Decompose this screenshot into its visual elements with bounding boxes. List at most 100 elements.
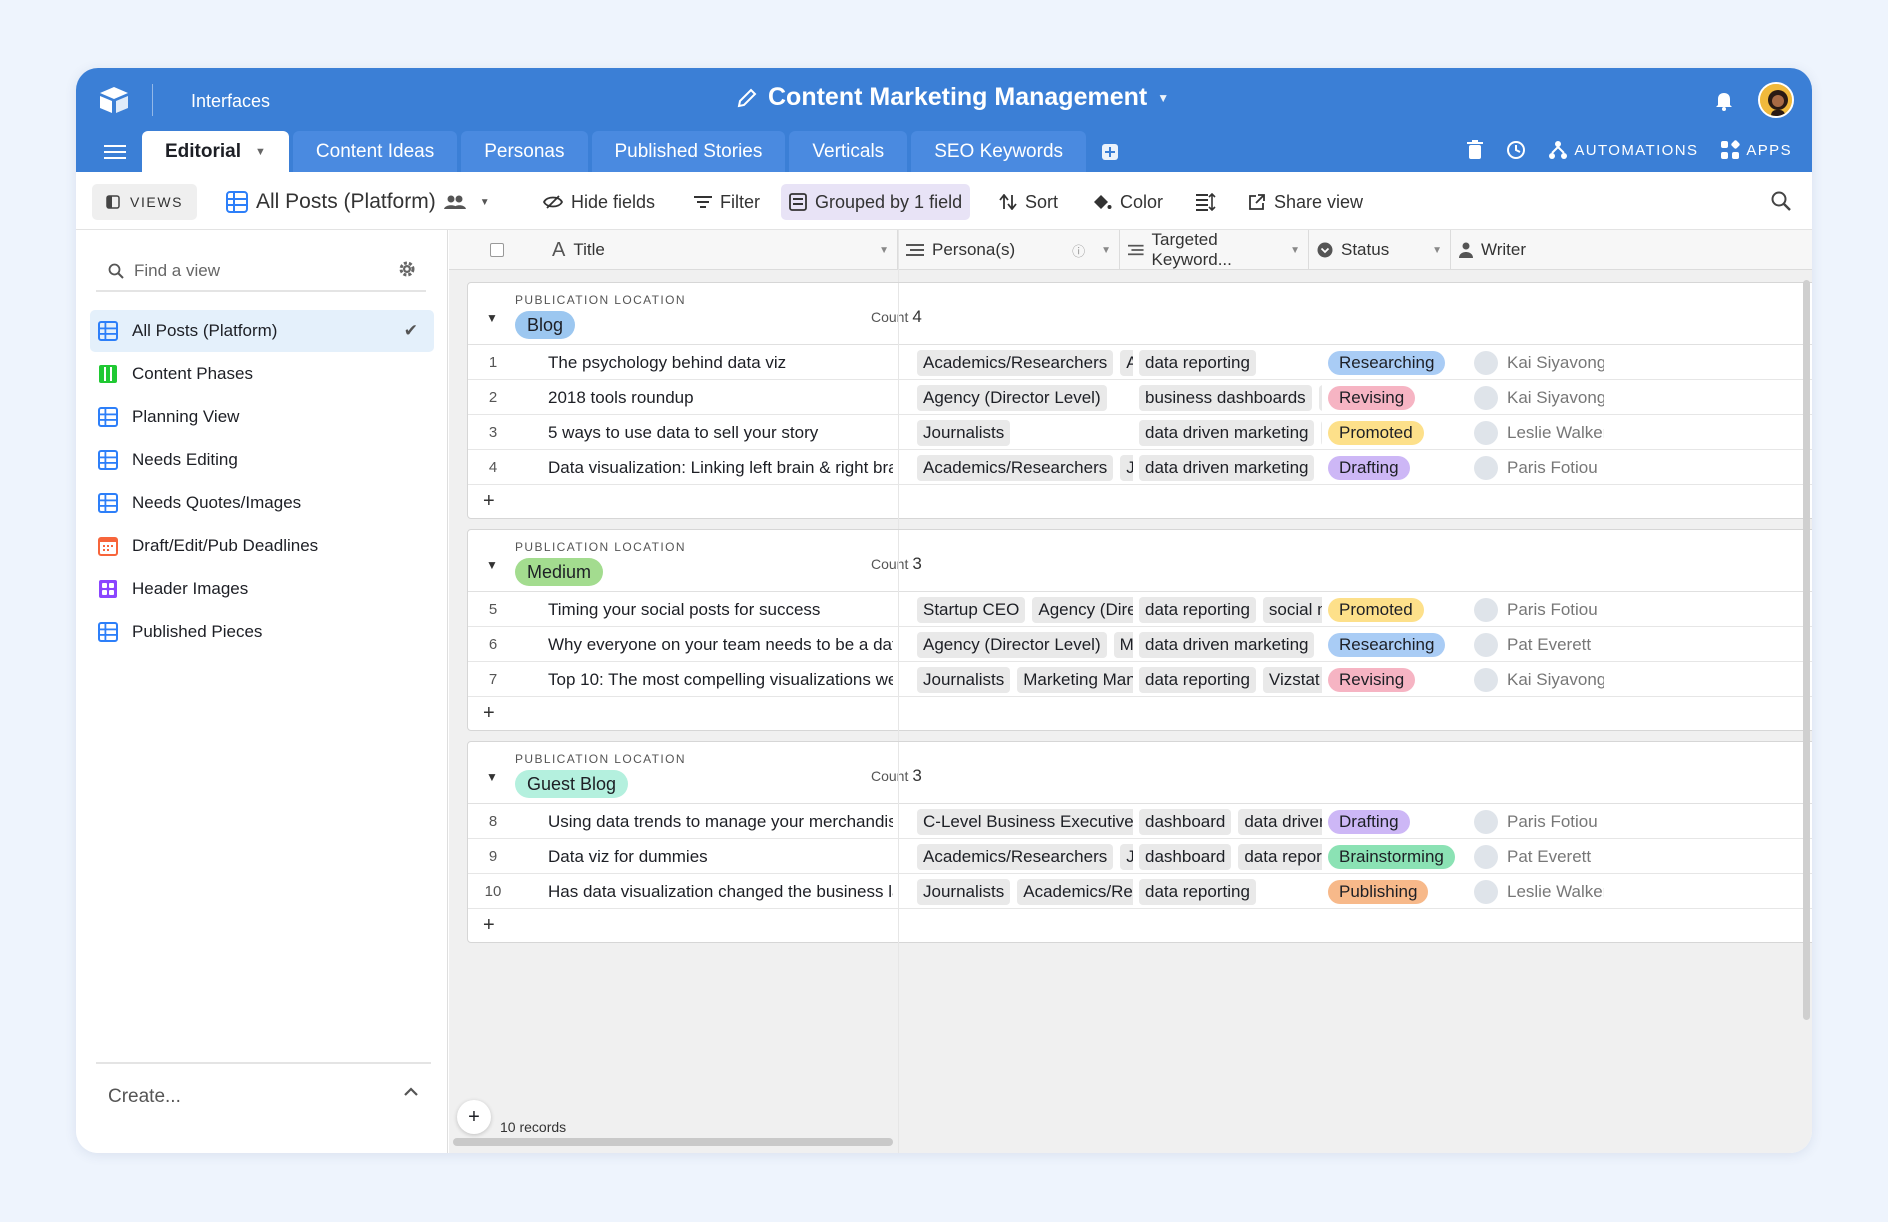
share-view-button[interactable]: Share view bbox=[1240, 184, 1371, 220]
title-cell[interactable]: Top 10: The most compelling visualizatio… bbox=[548, 662, 893, 697]
personas-cell[interactable]: Academics/Researchers Journalists bbox=[911, 450, 1133, 485]
personas-cell[interactable]: JournalistsAcademics/Researchers bbox=[911, 874, 1133, 909]
column-title[interactable]: A Title ▼ bbox=[544, 230, 898, 270]
tab-published-stories[interactable]: Published Stories bbox=[591, 131, 786, 172]
table-row[interactable]: 4 Data visualization: Linking left brain … bbox=[468, 450, 1812, 485]
chevron-down-icon[interactable]: ▼ bbox=[879, 245, 889, 256]
status-cell[interactable]: Promoted bbox=[1322, 592, 1464, 627]
table-row[interactable]: 5 Timing your social posts for success Sta… bbox=[468, 592, 1812, 627]
tab-editorial[interactable]: Editorial ▼ bbox=[142, 131, 289, 172]
view-item-content-phases[interactable]: Content Phases bbox=[90, 353, 434, 395]
column-keywords[interactable]: Targeted Keyword... ▼ bbox=[1120, 230, 1309, 270]
group-header[interactable]: ▼ PUBLICATION LOCATION Medium Count 3 bbox=[468, 530, 1812, 592]
title-cell[interactable]: Has data visualization changed the busin… bbox=[548, 874, 893, 909]
vertical-scrollbar[interactable] bbox=[1803, 280, 1810, 1020]
status-cell[interactable]: Researching bbox=[1322, 627, 1464, 662]
title-cell[interactable]: Why everyone on your team needs to be a … bbox=[548, 627, 893, 662]
keywords-cell[interactable]: data reporting bbox=[1133, 874, 1322, 909]
keywords-cell[interactable]: dashboarddata driven marketing bbox=[1133, 804, 1322, 839]
table-row[interactable]: 9 Data viz for dummies Academics/Researche… bbox=[468, 839, 1812, 874]
create-view-button[interactable]: Create... bbox=[96, 1062, 431, 1132]
bell-icon[interactable] bbox=[1712, 88, 1736, 112]
view-item-needs-editing[interactable]: Needs Editing bbox=[90, 439, 434, 481]
personas-cell[interactable]: C-Level Business Executive bbox=[911, 804, 1133, 839]
personas-cell[interactable]: Academics/Researchers Journalists bbox=[911, 839, 1133, 874]
group-button[interactable]: Grouped by 1 field bbox=[781, 184, 971, 220]
view-item-header-images[interactable]: Header Images bbox=[90, 568, 434, 610]
column-personas[interactable]: Persona(s) ⓘ ▼ bbox=[898, 230, 1120, 270]
writer-cell[interactable]: Paris Fotiou bbox=[1464, 592, 1604, 627]
trash-icon[interactable] bbox=[1466, 140, 1484, 160]
view-switcher[interactable]: All Posts (Platform) ▼ bbox=[218, 184, 498, 220]
table-row[interactable]: 2 2018 tools roundup Agency (Director Leve… bbox=[468, 380, 1812, 415]
view-item-deadlines[interactable]: Draft/Edit/Pub Deadlines bbox=[90, 525, 434, 567]
keywords-cell[interactable]: business dashboardsVizstat bbox=[1133, 380, 1322, 415]
chevron-down-icon[interactable]: ▼ bbox=[1432, 245, 1442, 256]
filter-button[interactable]: Filter bbox=[686, 184, 768, 220]
table-row[interactable]: 7 Top 10: The most compelling visualizati… bbox=[468, 662, 1812, 697]
interfaces-link[interactable]: Interfaces bbox=[191, 91, 270, 112]
history-icon[interactable] bbox=[1506, 140, 1526, 160]
tab-personas[interactable]: Personas bbox=[461, 131, 588, 172]
writer-cell[interactable]: Leslie Walker bbox=[1464, 415, 1604, 450]
menu-icon[interactable] bbox=[104, 144, 126, 160]
personas-cell[interactable]: Academics/Researchers Agency (Director Le… bbox=[911, 345, 1133, 380]
sort-button[interactable]: Sort bbox=[991, 184, 1066, 220]
table-row[interactable]: 8 Using data trends to manage your mercha… bbox=[468, 804, 1812, 839]
find-view-input[interactable]: Find a view bbox=[96, 252, 426, 292]
title-cell[interactable]: Timing your social posts for success bbox=[548, 592, 893, 627]
add-row-button[interactable]: + bbox=[468, 909, 1812, 944]
add-record-button[interactable]: + bbox=[457, 1100, 491, 1134]
status-cell[interactable]: Drafting bbox=[1322, 804, 1464, 839]
column-status[interactable]: Status ▼ bbox=[1309, 230, 1451, 270]
automations-button[interactable]: AUTOMATIONS bbox=[1548, 140, 1698, 160]
personas-cell[interactable]: Agency (Director Level) bbox=[911, 380, 1133, 415]
status-cell[interactable]: Revising bbox=[1322, 380, 1464, 415]
group-header[interactable]: ▼ PUBLICATION LOCATION Guest Blog Count 3 bbox=[468, 742, 1812, 804]
chevron-down-icon[interactable]: ▼ bbox=[255, 146, 266, 158]
view-item-published-pieces[interactable]: Published Pieces bbox=[90, 611, 434, 653]
status-cell[interactable]: Promoted bbox=[1322, 415, 1464, 450]
checkbox[interactable] bbox=[489, 243, 504, 257]
collapse-triangle-icon[interactable]: ▼ bbox=[486, 770, 498, 784]
personas-cell[interactable]: Journalists bbox=[911, 415, 1133, 450]
writer-cell[interactable]: Paris Fotiou bbox=[1464, 804, 1604, 839]
table-row[interactable]: 6 Why everyone on your team needs to be a… bbox=[468, 627, 1812, 662]
chevron-down-icon[interactable]: ▼ bbox=[1101, 245, 1111, 256]
keywords-cell[interactable]: data driven marketingdata bbox=[1133, 415, 1322, 450]
writer-cell[interactable]: Paris Fotiou bbox=[1464, 450, 1604, 485]
title-cell[interactable]: 2018 tools roundup bbox=[548, 380, 893, 415]
views-toggle-button[interactable]: VIEWS bbox=[92, 184, 198, 220]
tab-seo-keywords[interactable]: SEO Keywords bbox=[911, 131, 1087, 172]
personas-cell[interactable]: Startup CEOAgency (Director Level) bbox=[911, 592, 1133, 627]
title-cell[interactable]: Data visualization: Linking left brain &… bbox=[548, 450, 893, 485]
writer-cell[interactable]: Pat Everett bbox=[1464, 627, 1604, 662]
column-writer[interactable]: Writer bbox=[1451, 230, 1812, 270]
keywords-cell[interactable]: data driven marketing bbox=[1133, 627, 1322, 662]
select-all-checkbox[interactable] bbox=[449, 230, 544, 270]
add-table-button[interactable] bbox=[1090, 131, 1130, 172]
status-cell[interactable]: Revising bbox=[1322, 662, 1464, 697]
horizontal-scrollbar[interactable] bbox=[453, 1138, 893, 1146]
table-row[interactable]: 10 Has data visualization changed the bus… bbox=[468, 874, 1812, 909]
apps-button[interactable]: APPS bbox=[1720, 140, 1792, 160]
title-cell[interactable]: Using data trends to manage your merchan… bbox=[548, 804, 893, 839]
keywords-cell[interactable]: data driven marketing bbox=[1133, 450, 1322, 485]
logo-icon[interactable] bbox=[96, 84, 132, 116]
view-item-all-posts[interactable]: All Posts (Platform) ✔ bbox=[90, 310, 434, 352]
view-item-needs-quotes[interactable]: Needs Quotes/Images bbox=[90, 482, 434, 524]
table-row[interactable]: 3 5 ways to use data to sell your story Jo… bbox=[468, 415, 1812, 450]
keywords-cell[interactable]: data reportingsocial media bbox=[1133, 592, 1322, 627]
writer-cell[interactable]: Kai Siyavong bbox=[1464, 345, 1604, 380]
status-cell[interactable]: Drafting bbox=[1322, 450, 1464, 485]
hide-fields-button[interactable]: Hide fields bbox=[535, 184, 663, 220]
status-cell[interactable]: Researching bbox=[1322, 345, 1464, 380]
title-cell[interactable]: Data viz for dummies bbox=[548, 839, 893, 874]
info-icon[interactable]: ⓘ bbox=[1072, 241, 1085, 260]
color-button[interactable]: Color bbox=[1084, 184, 1171, 220]
search-icon[interactable] bbox=[1770, 190, 1792, 212]
writer-cell[interactable]: Pat Everett bbox=[1464, 839, 1604, 874]
keywords-cell[interactable]: dashboarddata reporting bbox=[1133, 839, 1322, 874]
collapse-triangle-icon[interactable]: ▼ bbox=[486, 558, 498, 572]
base-title[interactable]: Content Marketing Management ▼ bbox=[736, 83, 1169, 112]
